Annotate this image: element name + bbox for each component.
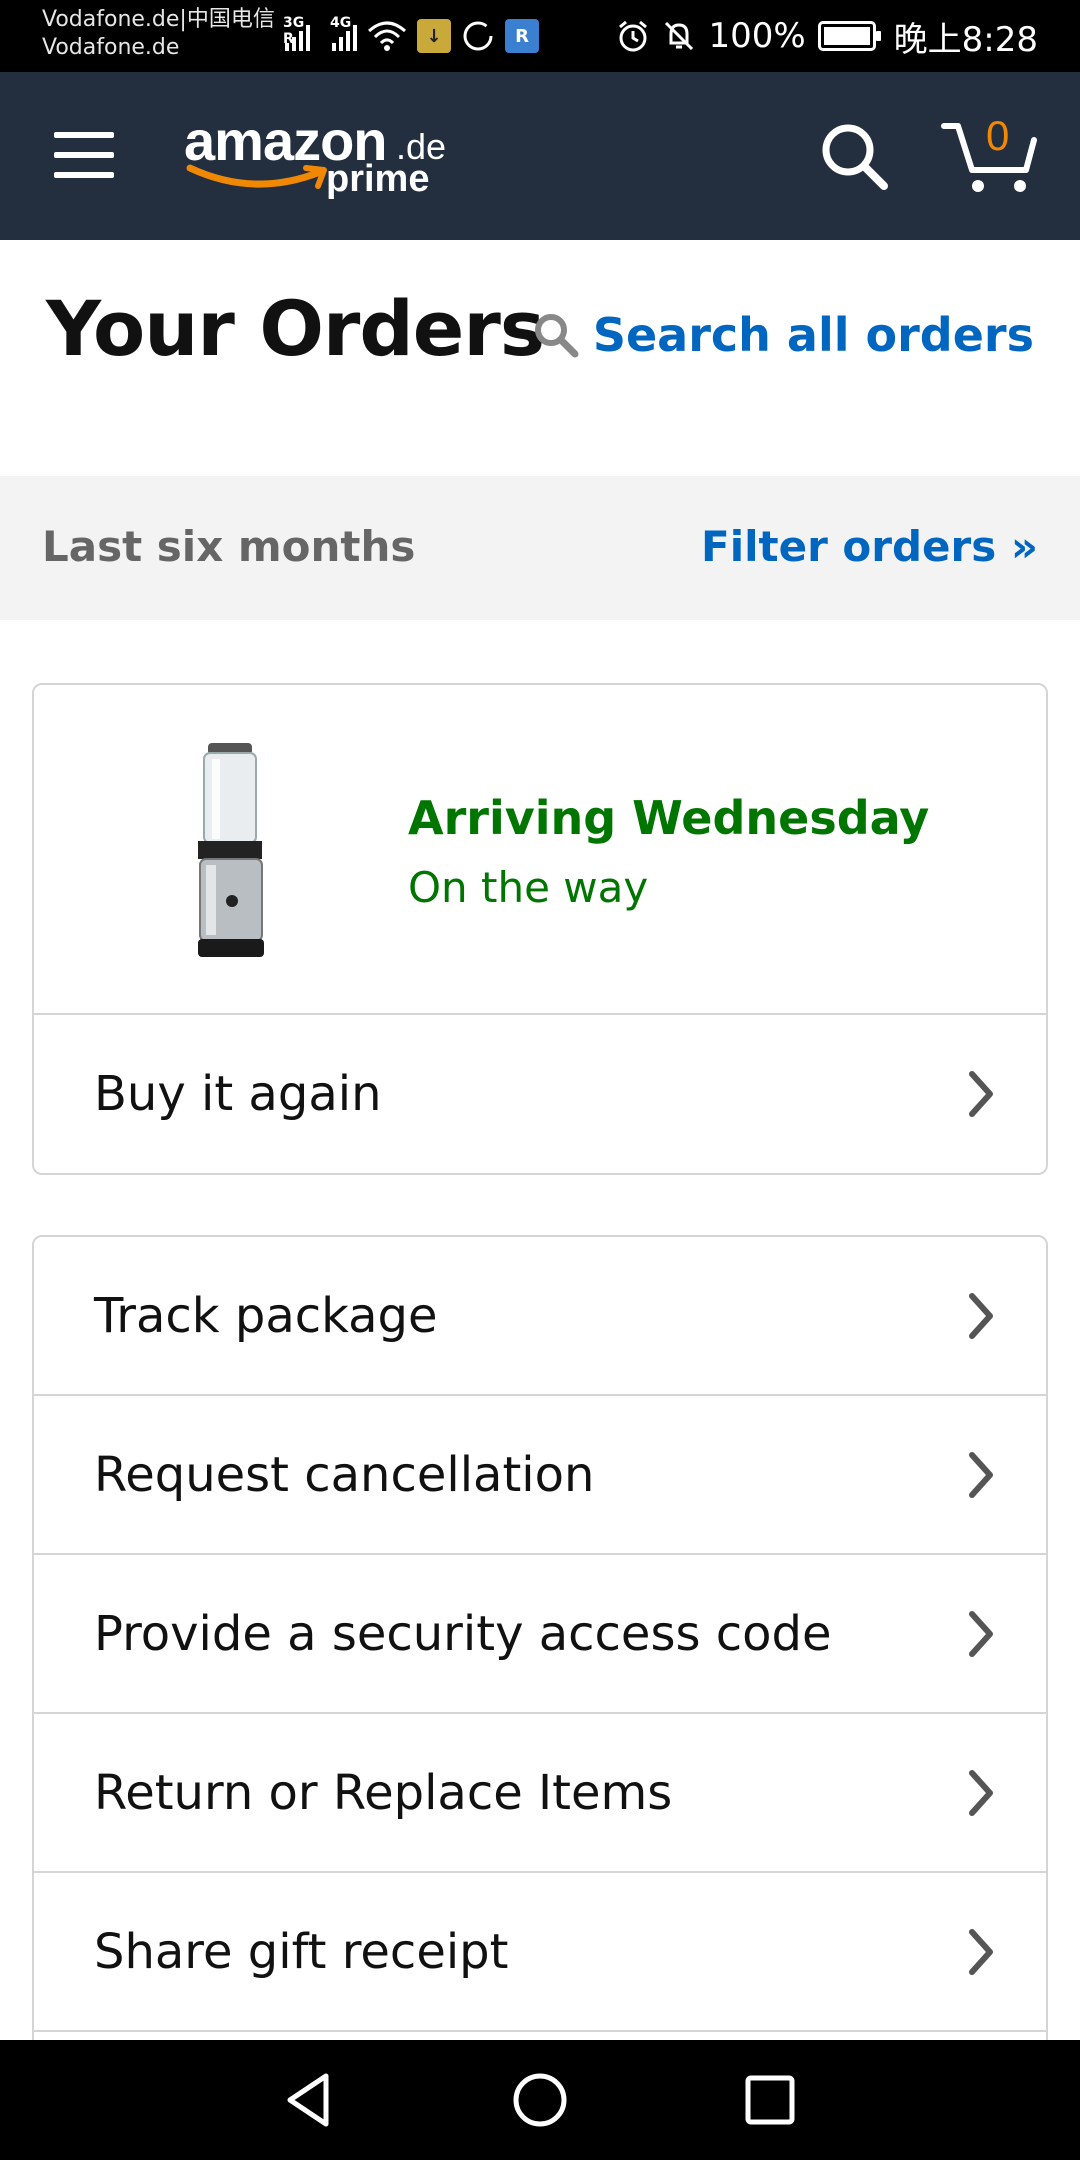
download-app-icon: ↓ [417, 19, 451, 53]
signal-4g-icon: 4G [330, 15, 357, 51]
app-header: amazon .de prime 0 [0, 72, 1080, 240]
chevron-right-icon [969, 1451, 993, 1498]
chevron-right-icon [969, 1071, 993, 1117]
system-nav-bar [0, 2040, 1080, 2160]
search-icon[interactable] [818, 120, 890, 192]
carrier-line-2: Vodafone.de [42, 35, 180, 60]
security-access-code-label: Provide a security access code [94, 1605, 832, 1662]
blender-product-image [198, 743, 264, 957]
cart-button[interactable]: 0 [940, 112, 1040, 196]
recents-icon[interactable] [738, 2070, 802, 2130]
track-package-label: Track package [94, 1287, 438, 1344]
filter-range-label: Last six months [42, 522, 416, 571]
search-all-orders-label: Search all orders [592, 308, 1034, 362]
return-replace-row[interactable]: Return or Replace Items [34, 1714, 1046, 1873]
smile-arrow-icon [186, 164, 327, 189]
cart-count-badge: 0 [986, 112, 1010, 159]
status-bar: Vodafone.de|中国电信 Vodafone.de 3G R 4G ↓ R [0, 0, 1080, 72]
page-title: Your Orders [46, 284, 545, 373]
delivery-title: Arriving Wednesday [408, 791, 930, 845]
request-cancellation-label: Request cancellation [94, 1446, 595, 1503]
clock: 晚上8:28 [893, 19, 1038, 60]
security-access-code-row[interactable]: Provide a security access code [34, 1555, 1046, 1714]
filter-bar: Last six months Filter orders » [0, 476, 1080, 620]
chevron-right-icon [969, 1928, 993, 1975]
return-replace-label: Return or Replace Items [94, 1764, 673, 1821]
magnifier-icon [534, 314, 579, 358]
chevron-right-icon [969, 1292, 993, 1339]
battery-icon [817, 21, 881, 51]
chevron-right-icon [969, 1769, 993, 1816]
sync-icon [463, 21, 493, 51]
share-gift-receipt-row[interactable]: Share gift receipt [34, 1873, 1046, 2032]
alarm-icon [619, 20, 648, 52]
status-right: 100% 晚上8:28 [616, 14, 1038, 60]
delivery-status: On the way [408, 863, 649, 912]
status-icons: 3G R 4G ↓ R [283, 14, 539, 58]
home-icon[interactable] [508, 2070, 572, 2130]
order-actions-card: Track package Request cancellation Provi… [32, 1235, 1048, 2055]
carrier-line-1: Vodafone.de|中国电信 [42, 7, 275, 32]
order-summary[interactable]: Arriving Wednesday On the way [34, 685, 1046, 1015]
signal-3g-icon: 3G R [283, 15, 310, 51]
search-all-orders-link[interactable]: Search all orders [531, 308, 1034, 362]
track-package-row[interactable]: Track package [34, 1237, 1046, 1396]
filter-orders-link[interactable]: Filter orders » [701, 522, 1038, 571]
back-icon[interactable] [278, 2070, 342, 2130]
buy-it-again-label: Buy it again [94, 1066, 382, 1122]
chevron-right-icon [969, 1610, 993, 1657]
share-gift-receipt-label: Share gift receipt [94, 1923, 509, 1980]
battery-percent: 100% [708, 16, 806, 56]
mute-bell-icon [665, 21, 694, 51]
buy-it-again-row[interactable]: Buy it again [34, 1015, 1046, 1173]
request-cancellation-row[interactable]: Request cancellation [34, 1396, 1046, 1555]
app-notification-icon: R [505, 19, 539, 53]
carrier-info: Vodafone.de|中国电信 Vodafone.de [42, 6, 275, 62]
menu-icon[interactable] [54, 132, 114, 178]
wifi-icon [368, 21, 406, 51]
amazon-logo[interactable]: amazon .de prime [184, 108, 454, 208]
order-card: Arriving Wednesday On the way Buy it aga… [32, 683, 1048, 1175]
